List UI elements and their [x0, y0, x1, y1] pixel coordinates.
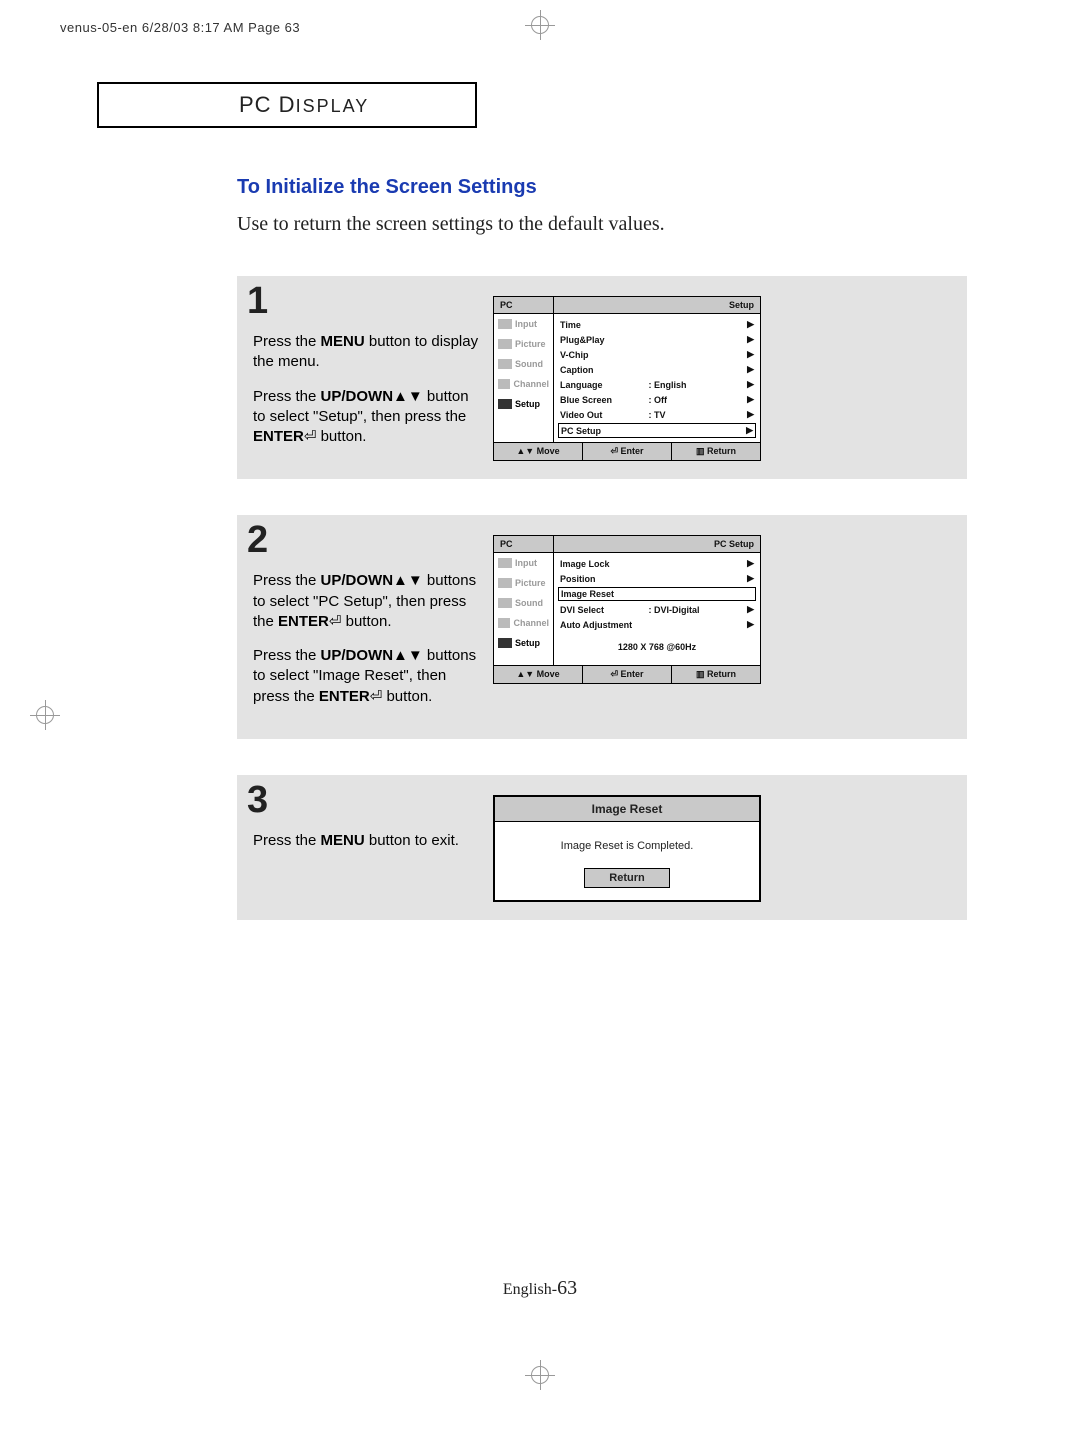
- step-number: 3: [247, 779, 268, 822]
- osd-row[interactable]: Blue Screen:Off▶: [558, 392, 756, 407]
- arrow-icon: ▶: [747, 619, 754, 630]
- osd-header-left: PC: [494, 297, 554, 313]
- dialog-message: Image Reset is Completed.: [495, 822, 759, 868]
- osd-setup-menu: PC Setup Input Picture Sound Channel Set…: [493, 296, 761, 461]
- arrow-icon: ▶: [747, 364, 754, 375]
- updown-icon: ▲▼: [393, 572, 423, 589]
- sidebar-item: Channel: [494, 374, 553, 394]
- hint-return: ▥ Return: [672, 666, 760, 683]
- sidebar-item: Sound: [494, 354, 553, 374]
- channel-icon: [498, 618, 510, 628]
- setup-icon: [498, 638, 512, 648]
- hint-return: ▥ Return: [672, 443, 760, 460]
- picture-icon: [498, 339, 512, 349]
- osd-pc-setup-menu: PC PC Setup Input Picture Sound Channel …: [493, 535, 761, 684]
- page-content: PC DISPLAY To Initialize the Screen Sett…: [97, 82, 967, 956]
- hint-move: ▲▼ Move: [494, 443, 583, 460]
- arrow-icon: ▶: [747, 334, 754, 345]
- step-3: 3 Press the MENU button to exit. Image R…: [237, 775, 967, 920]
- step-1-text: Press the MENU button to display the men…: [253, 288, 483, 461]
- step-2-text: Press the UP/DOWN▲▼ buttons to select "P…: [253, 527, 483, 721]
- channel-icon: [498, 379, 510, 389]
- osd-sidebar: Input Picture Sound Channel Setup: [494, 553, 554, 665]
- osd-row[interactable]: Video Out:TV▶: [558, 407, 756, 422]
- sidebar-item: Setup: [494, 394, 553, 414]
- hint-enter: ⏎ Enter: [583, 666, 672, 683]
- return-button[interactable]: Return: [584, 868, 669, 888]
- osd-header-left: PC: [494, 536, 554, 552]
- osd-footer: ▲▼ Move ⏎ Enter ▥ Return: [494, 665, 760, 683]
- updown-icon: ▲▼: [393, 388, 423, 405]
- sidebar-item: Input: [494, 553, 553, 573]
- arrow-icon: ▶: [746, 425, 753, 436]
- osd-row[interactable]: Position▶: [558, 571, 756, 586]
- osd-main: Time▶ Plug&Play▶ V-Chip▶ Caption▶ Langua…: [554, 314, 760, 442]
- section-title-small: ISPLAY: [296, 96, 370, 116]
- hint-move: ▲▼ Move: [494, 666, 583, 683]
- step-number: 1: [247, 280, 268, 323]
- osd-main: Image Lock▶ Position▶ Image Reset DVI Se…: [554, 553, 760, 665]
- osd-header-right: Setup: [554, 297, 760, 313]
- input-icon: [498, 558, 512, 568]
- osd-row[interactable]: Auto Adjustment▶: [558, 617, 756, 632]
- section-title: PC DISPLAY: [239, 92, 369, 117]
- hint-enter: ⏎ Enter: [583, 443, 672, 460]
- osd-row[interactable]: Image Lock▶: [558, 556, 756, 571]
- arrow-icon: ▶: [747, 573, 754, 584]
- osd-row-selected[interactable]: PC Setup▶: [558, 423, 756, 438]
- osd-row[interactable]: Caption▶: [558, 362, 756, 377]
- osd-row[interactable]: DVI Select:DVI-Digital▶: [558, 602, 756, 617]
- osd-row[interactable]: Time▶: [558, 317, 756, 332]
- arrow-icon: ▶: [747, 394, 754, 405]
- image-reset-dialog: Image Reset Image Reset is Completed. Re…: [493, 795, 761, 902]
- sidebar-item: Picture: [494, 573, 553, 593]
- osd-row[interactable]: V-Chip▶: [558, 347, 756, 362]
- updown-icon: ▲▼: [393, 647, 423, 664]
- picture-icon: [498, 578, 512, 588]
- registration-mark-left: [30, 700, 60, 730]
- arrow-icon: ▶: [747, 319, 754, 330]
- arrow-icon: ▶: [747, 558, 754, 569]
- setup-icon: [498, 399, 512, 409]
- sidebar-item: Picture: [494, 334, 553, 354]
- step-number: 2: [247, 519, 268, 562]
- enter-icon: ⏎: [370, 688, 383, 705]
- step-3-text: Press the MENU button to exit.: [253, 787, 483, 865]
- sidebar-item: Channel: [494, 613, 553, 633]
- osd-header-right: PC Setup: [554, 536, 760, 552]
- sidebar-item: Setup: [494, 633, 553, 653]
- dialog-title: Image Reset: [495, 797, 759, 822]
- resolution-info: 1280 X 768 @60Hz: [558, 632, 756, 662]
- step-2: 2 Press the UP/DOWN▲▼ buttons to select …: [237, 515, 967, 739]
- input-icon: [498, 319, 512, 329]
- osd-footer: ▲▼ Move ⏎ Enter ▥ Return: [494, 442, 760, 460]
- scan-header: venus-05-en 6/28/03 8:17 AM Page 63: [60, 20, 300, 35]
- arrow-icon: ▶: [747, 604, 754, 615]
- osd-row-selected[interactable]: Image Reset: [558, 587, 756, 601]
- registration-mark-top: [525, 10, 555, 40]
- section-title-main: PC D: [239, 92, 296, 117]
- arrow-icon: ▶: [747, 349, 754, 360]
- intro-text: Use to return the screen settings to the…: [237, 213, 967, 236]
- step-1: 1 Press the MENU button to display the m…: [237, 276, 967, 479]
- heading: To Initialize the Screen Settings: [237, 176, 967, 199]
- enter-icon: ⏎: [329, 613, 342, 630]
- sound-icon: [498, 359, 512, 369]
- arrow-icon: ▶: [747, 379, 754, 390]
- registration-mark-bottom: [525, 1360, 555, 1390]
- sidebar-item: Sound: [494, 593, 553, 613]
- osd-row[interactable]: Language:English▶: [558, 377, 756, 392]
- sidebar-item: Input: [494, 314, 553, 334]
- arrow-icon: ▶: [747, 409, 754, 420]
- enter-icon: ⏎: [304, 428, 317, 445]
- page-number: English-63: [503, 1277, 577, 1300]
- osd-sidebar: Input Picture Sound Channel Setup: [494, 314, 554, 442]
- osd-row[interactable]: Plug&Play▶: [558, 332, 756, 347]
- section-tab: PC DISPLAY: [97, 82, 477, 128]
- sound-icon: [498, 598, 512, 608]
